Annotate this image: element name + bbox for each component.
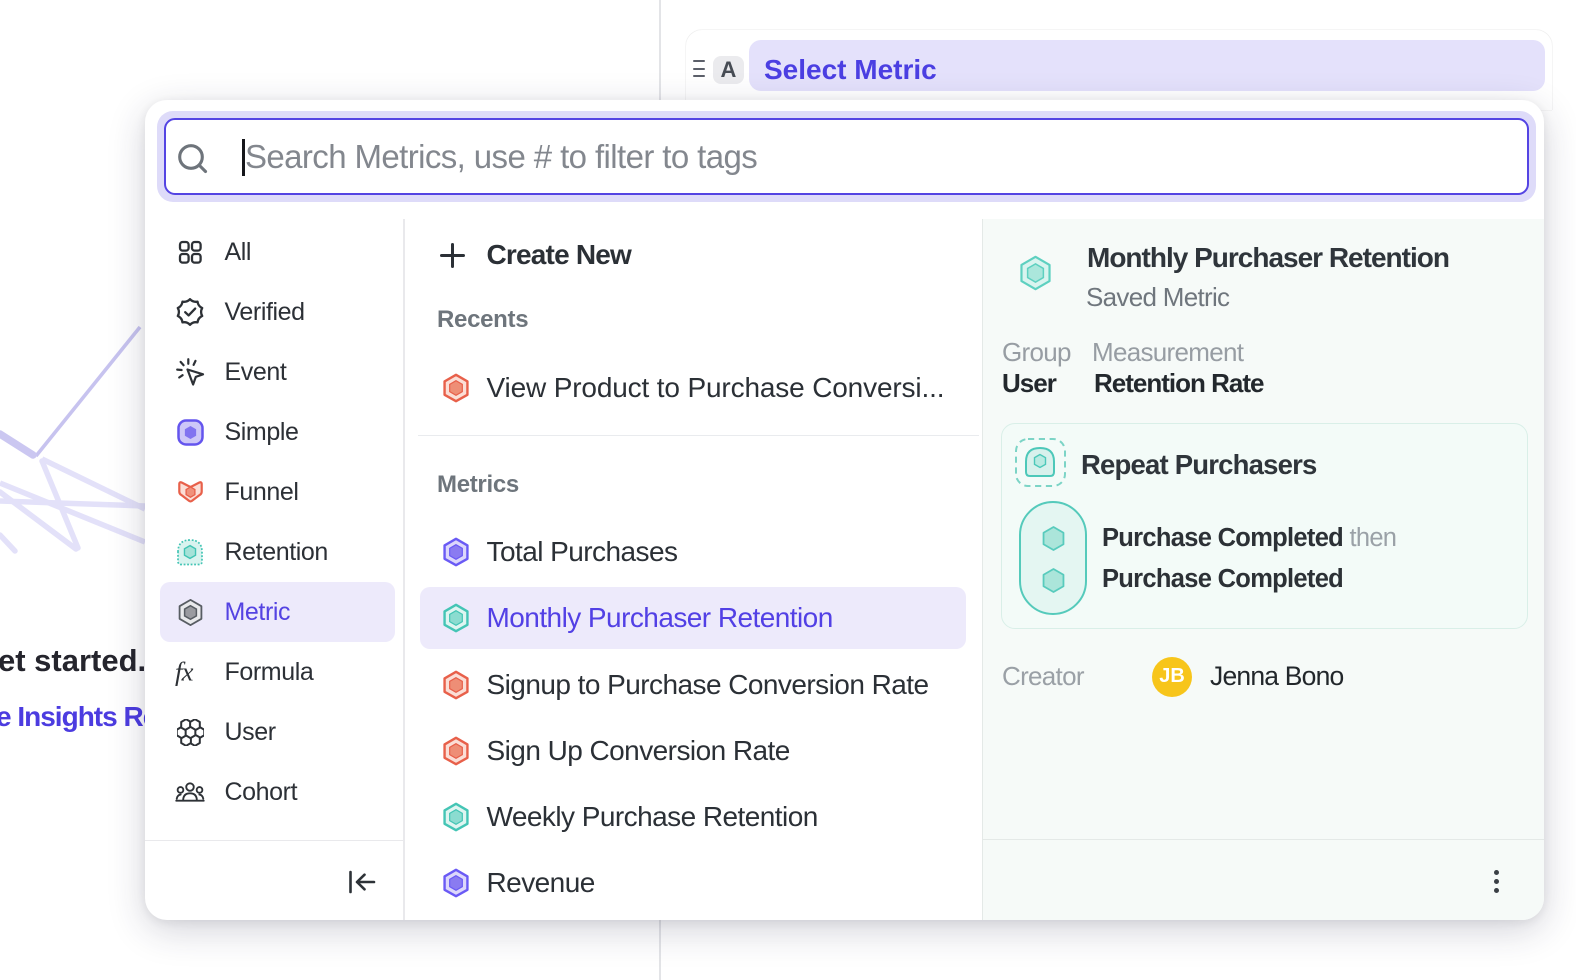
svg-text:fx: fx: [175, 656, 194, 686]
